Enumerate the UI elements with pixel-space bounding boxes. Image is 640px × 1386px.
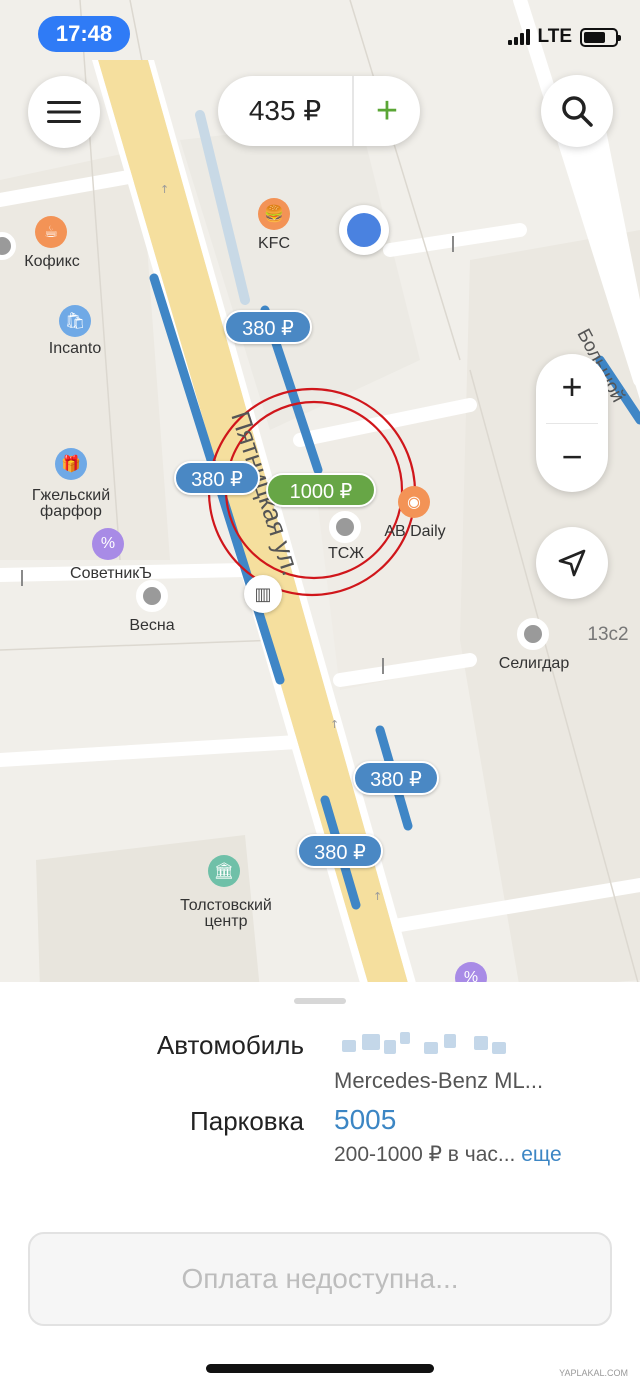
menu-icon xyxy=(47,101,81,123)
status-indicators: LTE xyxy=(507,26,621,48)
svg-text:↑: ↑ xyxy=(330,718,339,731)
home-indicator xyxy=(206,1364,434,1373)
coffee-icon[interactable]: ☕ xyxy=(35,216,67,248)
parking-zone-number: 5005 xyxy=(334,1104,397,1135)
parking-rate-text: 200-1000 ₽ в час... xyxy=(334,1143,516,1166)
poi-dot-tszh[interactable] xyxy=(329,511,361,543)
status-time: 17:48 xyxy=(38,16,130,52)
location-dot-icon xyxy=(339,205,389,255)
search-button[interactable] xyxy=(541,75,613,147)
shop-icon[interactable]: ◉ xyxy=(398,486,430,518)
museum-icon[interactable]: 🏛 xyxy=(208,855,240,887)
price-tag-selected[interactable]: 1000 ₽ xyxy=(266,473,376,507)
zoom-out-button[interactable]: − xyxy=(536,424,608,493)
balance-amount: 435 ₽ xyxy=(218,76,354,146)
svg-text:↑: ↑ xyxy=(160,183,169,196)
poi-label-kofiks: Кофикс xyxy=(24,253,80,270)
parking-details-sheet: Автомобиль Mercedes-Benz ML... Парковка … xyxy=(0,982,640,1386)
battery-icon xyxy=(580,27,621,47)
zoom-control: + − xyxy=(536,354,608,492)
poi-label-gzhel-line1: Гжельский xyxy=(31,487,111,504)
parking-label: Парковка xyxy=(190,1106,304,1136)
license-plate-blurred xyxy=(334,1030,514,1062)
poi-label-kfc: KFC xyxy=(258,235,290,252)
svg-text:↑: ↑ xyxy=(373,890,382,903)
search-icon xyxy=(562,96,593,127)
my-location-button[interactable] xyxy=(536,527,608,599)
price-tag[interactable]: 380 ₽ xyxy=(297,834,383,868)
sheet-drag-handle[interactable] xyxy=(294,998,346,1004)
discount-icon[interactable]: % xyxy=(92,528,124,560)
map-view[interactable]: ↑ ↑ ↑ Пятницкая ул. Большой 17:48 LTE xyxy=(0,0,640,990)
poi-label-tolstoy: Толстовский центр xyxy=(160,898,292,930)
navigation-arrow-icon xyxy=(558,549,586,577)
house-number-13c2: 13с2 xyxy=(587,624,629,645)
poi-label-tolstoy-line2: центр xyxy=(204,913,248,930)
pay-button[interactable]: Оплата недоступна... xyxy=(28,1232,612,1326)
gift-icon[interactable]: 🎁 xyxy=(55,448,87,480)
watermark: YAPLAKAL.COM xyxy=(559,1368,628,1378)
network-type: LTE xyxy=(537,26,572,47)
price-tag[interactable]: 380 ₽ xyxy=(224,310,312,344)
signal-icon xyxy=(507,29,530,45)
burger-icon[interactable]: 🍔 xyxy=(258,198,290,230)
poi-label-vesna: Весна xyxy=(129,617,175,634)
poi-label-tolstoy-line1: Толстовский xyxy=(180,897,272,914)
poi-label-gzhel-line2: фарфор xyxy=(40,503,102,520)
balance-pill[interactable]: 435 ₽ + xyxy=(218,76,420,146)
zoom-in-button[interactable]: + xyxy=(536,354,608,423)
poi-label-incanto: Incanto xyxy=(48,340,102,357)
add-funds-button[interactable]: + xyxy=(354,76,420,146)
poi-label-tszh: ТСЖ xyxy=(327,545,365,562)
rate-more-link[interactable]: еще xyxy=(521,1143,561,1166)
shopping-bag-icon[interactable]: 🛍 xyxy=(59,305,91,337)
menu-button[interactable] xyxy=(28,76,100,148)
poi-label-gzhel: Гжельский фарфор xyxy=(10,488,132,520)
car-label: Автомобиль xyxy=(156,1030,304,1060)
poi-dot-vesna[interactable] xyxy=(136,580,168,612)
car-model: Mercedes-Benz ML... xyxy=(334,1068,544,1093)
poi-label-ab-daily: AB Daily xyxy=(384,523,446,540)
poi-label-seligdar: Селигдар xyxy=(498,655,570,672)
parking-meter-icon[interactable]: ▥ xyxy=(244,575,282,613)
poi-dot-seligdar[interactable] xyxy=(517,618,549,650)
price-tag[interactable]: 380 ₽ xyxy=(353,761,439,795)
parking-rate: 200-1000 ₽ в час... еще xyxy=(334,1142,562,1167)
price-tag[interactable]: 380 ₽ xyxy=(174,461,260,495)
